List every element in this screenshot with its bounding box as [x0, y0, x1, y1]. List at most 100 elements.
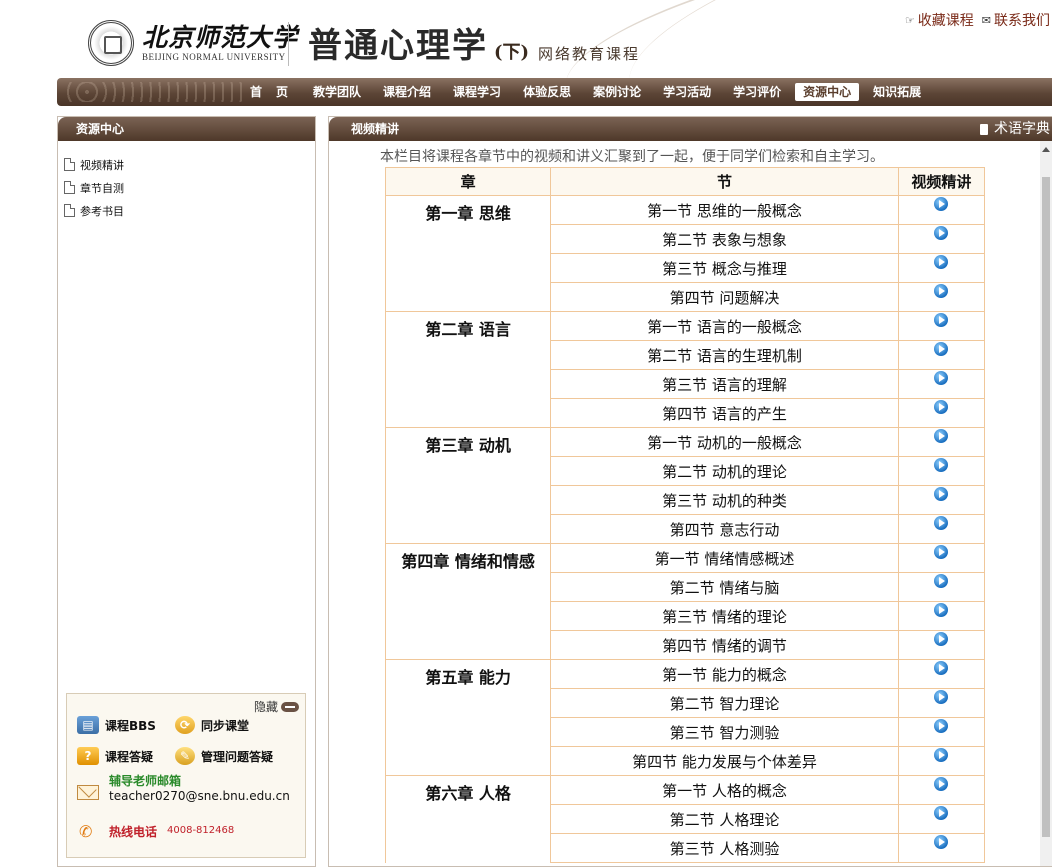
nav-item-label: 资源中心 — [795, 83, 860, 101]
nav-item-intro[interactable]: 课程介绍 — [372, 78, 442, 106]
section-cell: 第二节 智力理论 — [550, 688, 899, 718]
play-video-icon[interactable] — [934, 226, 949, 240]
sidebar-item-label: 章节自测 — [80, 181, 124, 195]
manage-icon: ✎ — [175, 747, 195, 765]
video-cell — [897, 427, 986, 457]
nav-item-study[interactable]: 课程学习 — [442, 78, 512, 106]
sidebar-item[interactable]: 视频精讲 — [64, 153, 315, 176]
scrollbar-thumb[interactable] — [1042, 177, 1050, 837]
site-header: 北京师范大学 BEIJING NORMAL UNIVERSITY 普通心理学 (… — [0, 0, 1052, 78]
nav-item-label: 首页 — [250, 85, 303, 99]
nav-item-evaluation[interactable]: 学习评价 — [722, 78, 792, 106]
course-title: 普通心理学 — [308, 26, 488, 66]
video-cell — [897, 775, 986, 805]
video-cell — [897, 195, 986, 225]
book-icon — [980, 123, 988, 135]
video-cell — [897, 485, 986, 515]
sidebar-item[interactable]: 章节自测 — [64, 176, 315, 199]
play-video-icon[interactable] — [934, 835, 949, 849]
chapter-cell: 第六章 人格 — [384, 775, 552, 863]
table-row: 第五章 能力 第一节 能力的概念 — [384, 659, 986, 776]
tutor-mail-address[interactable]: teacher0270@sne.bnu.edu.cn — [109, 789, 290, 803]
nav-item-activities[interactable]: 学习活动 — [652, 78, 722, 106]
forum-icon: ▤ — [77, 716, 99, 734]
nav-pattern-decoration — [67, 82, 247, 102]
play-video-icon[interactable] — [934, 255, 949, 269]
play-video-icon[interactable] — [934, 342, 949, 356]
play-video-icon[interactable] — [934, 719, 949, 733]
envelope-icon — [77, 785, 99, 800]
sync-classroom-link[interactable]: ⟳ 同步课堂 — [175, 716, 249, 734]
table-row: 第一章 思维 第一节 思维的一般概念 — [384, 195, 986, 312]
top-links: ☞ 收藏课程 ✉ 联系我们 — [905, 10, 1050, 30]
section-cell: 第一节 动机的一般概念 — [550, 427, 899, 457]
play-video-icon[interactable] — [934, 313, 949, 327]
hide-panel-toggle[interactable]: 隐藏 — [254, 698, 299, 715]
video-cell — [897, 514, 986, 544]
university-name-en: BEIJING NORMAL UNIVERSITY — [142, 52, 286, 62]
play-video-icon[interactable] — [934, 458, 949, 472]
nav-item-home[interactable]: 首页 — [239, 78, 302, 106]
play-video-icon[interactable] — [934, 545, 949, 559]
university-name-cn[interactable]: 北京师范大学 — [142, 18, 298, 54]
header-chapter: 章 — [384, 167, 552, 196]
play-video-icon[interactable] — [934, 516, 949, 530]
section-cell: 第三节 智力测验 — [550, 717, 899, 747]
bbs-link[interactable]: ▤ 课程BBS — [77, 716, 156, 734]
university-seal-logo[interactable] — [88, 20, 134, 66]
play-video-icon[interactable] — [934, 429, 949, 443]
contact-us-link[interactable]: ✉ 联系我们 — [982, 10, 1050, 30]
nav-item-label: 学习活动 — [663, 85, 712, 99]
video-cell — [897, 572, 986, 602]
nav-item-resources[interactable]: 资源中心 — [792, 78, 862, 106]
play-video-icon[interactable] — [934, 748, 949, 762]
play-video-icon[interactable] — [934, 777, 949, 791]
play-video-icon[interactable] — [934, 661, 949, 675]
sidebar-item-label: 参考书目 — [80, 204, 124, 218]
manage-qa-link[interactable]: ✎ 管理问题答疑 — [175, 747, 273, 765]
course-qa-link[interactable]: ? 课程答疑 — [77, 747, 153, 765]
vertical-scrollbar[interactable] — [1040, 141, 1052, 866]
play-video-icon[interactable] — [934, 690, 949, 704]
nav-list: 首页 教学团队 课程介绍 课程学习 体验反思 案例讨论 学习活动 学习评价 资源中心 知识拓展 — [239, 78, 932, 106]
video-cell — [897, 630, 986, 660]
sidebar-item[interactable]: 参考书目 — [64, 199, 315, 222]
bbs-label: 课程BBS — [105, 718, 156, 733]
video-table: 章 节 视频精讲 第一章 思维 第一节 思维的一般概念 第二节 表象与想象 第三节 概… — [384, 167, 986, 863]
video-cell — [897, 253, 986, 283]
section-cell: 第三节 动机的种类 — [550, 485, 899, 515]
play-video-icon[interactable] — [934, 371, 949, 385]
play-video-icon[interactable] — [934, 574, 949, 588]
document-icon — [64, 204, 75, 217]
main-panel-header: 视频精讲 术语字典 — [329, 117, 1052, 141]
play-video-icon[interactable] — [934, 197, 949, 211]
bookmark-icon: ☞ — [904, 13, 915, 27]
play-video-icon[interactable] — [934, 487, 949, 501]
nav-item-cases[interactable]: 案例讨论 — [582, 78, 652, 106]
nav-item-reflect[interactable]: 体验反思 — [512, 78, 582, 106]
scroll-up-arrow-icon[interactable] — [1042, 147, 1050, 152]
sidebar-list: 视频精讲章节自测参考书目 — [58, 141, 315, 222]
play-video-icon[interactable] — [934, 284, 949, 298]
section-cell: 第四节 能力发展与个体差异 — [550, 746, 899, 776]
left-sidebar: 资源中心 视频精讲章节自测参考书目 隐藏 ▤ 课程BBS ⟳ 同步课堂 ? 课程… — [57, 116, 316, 867]
video-cell — [897, 398, 986, 428]
section-cell: 第三节 情绪的理论 — [550, 601, 899, 631]
play-video-icon[interactable] — [934, 603, 949, 617]
video-cell — [897, 746, 986, 776]
play-video-icon[interactable] — [934, 400, 949, 414]
play-video-icon[interactable] — [934, 806, 949, 820]
video-cell — [897, 659, 986, 689]
section-cell: 第一节 情绪情感概述 — [550, 543, 899, 573]
bookmark-course-link[interactable]: ☞ 收藏课程 — [905, 10, 974, 30]
section-cell: 第四节 情绪的调节 — [550, 630, 899, 660]
play-video-icon[interactable] — [934, 632, 949, 646]
qa-label: 课程答疑 — [105, 749, 154, 764]
nav-item-extend[interactable]: 知识拓展 — [862, 78, 932, 106]
logo-divider — [288, 22, 289, 66]
nav-item-label: 课程学习 — [453, 85, 502, 99]
section-cell: 第四节 意志行动 — [550, 514, 899, 544]
sidebar-title: 资源中心 — [58, 117, 315, 141]
glossary-link[interactable]: 术语字典 — [980, 117, 1050, 141]
nav-item-team[interactable]: 教学团队 — [302, 78, 372, 106]
